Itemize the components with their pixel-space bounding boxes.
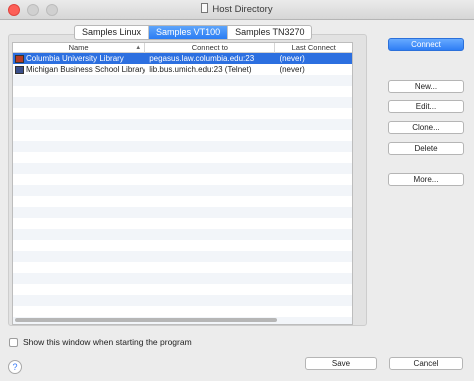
empty-table-row xyxy=(13,240,352,251)
clone-button[interactable]: Clone... xyxy=(388,121,464,134)
host-name-cell: Michigan Business School Library xyxy=(13,64,145,75)
last-connect-cell: (never) xyxy=(279,65,305,74)
empty-table-row xyxy=(13,229,352,240)
sort-ascending-icon: ▲ xyxy=(135,45,142,51)
empty-table-row xyxy=(13,284,352,295)
window-title-wrap: Host Directory xyxy=(0,3,474,15)
column-header-label: Name xyxy=(68,43,89,52)
document-icon xyxy=(201,3,209,13)
show-window-label[interactable]: Show this window when starting the progr… xyxy=(23,337,192,347)
empty-table-row xyxy=(13,174,352,185)
empty-table-row xyxy=(13,251,352,262)
host-directory-window: Host Directory Samples Linux Samples VT1… xyxy=(0,0,474,381)
connect-to-cell: pegasus.law.columbia.edu:23 xyxy=(149,54,255,63)
window-title: Host Directory xyxy=(212,4,273,15)
save-button[interactable]: Save xyxy=(305,357,377,370)
more-button[interactable]: More... xyxy=(388,173,464,186)
empty-table-row xyxy=(13,262,352,273)
host-table: Name ▲ Connect to Last Connect Columbia … xyxy=(12,42,353,325)
empty-table-row xyxy=(13,119,352,130)
empty-table-row xyxy=(13,273,352,284)
tab-samples-tn3270[interactable]: Samples TN3270 xyxy=(228,26,311,39)
help-button[interactable]: ? xyxy=(8,360,22,374)
empty-table-row xyxy=(13,108,352,119)
title-bar: Host Directory xyxy=(0,0,474,20)
column-header-connect-to[interactable]: Connect to xyxy=(145,43,276,53)
column-header-last-connect[interactable]: Last Connect xyxy=(275,43,352,53)
tab-bar: Samples Linux Samples VT100 Samples TN32… xyxy=(74,25,313,40)
show-window-option: Show this window when starting the progr… xyxy=(9,337,192,347)
host-name: Columbia University Library xyxy=(26,54,124,63)
table-row[interactable]: Michigan Business School Library lib.bus… xyxy=(13,64,352,75)
empty-table-row xyxy=(13,306,352,317)
empty-table-row xyxy=(13,141,352,152)
empty-table-row xyxy=(13,196,352,207)
horizontal-scrollbar[interactable] xyxy=(15,318,277,322)
new-button[interactable]: New... xyxy=(388,80,464,93)
empty-table-row xyxy=(13,207,352,218)
show-window-checkbox[interactable] xyxy=(9,337,18,347)
empty-table-row xyxy=(13,130,352,141)
column-header-name[interactable]: Name ▲ xyxy=(13,43,146,53)
cancel-button[interactable]: Cancel xyxy=(389,357,463,370)
empty-rows xyxy=(13,75,352,324)
empty-table-row xyxy=(13,152,352,163)
empty-table-row xyxy=(13,75,352,86)
empty-table-row xyxy=(13,295,352,306)
empty-table-row xyxy=(13,97,352,108)
empty-table-row xyxy=(13,86,352,97)
connect-to-cell: lib.bus.umich.edu:23 (Telnet) xyxy=(149,65,252,74)
tab-samples-linux[interactable]: Samples Linux xyxy=(75,26,150,39)
empty-table-row xyxy=(13,218,352,229)
empty-table-row xyxy=(13,163,352,174)
tab-samples-vt100[interactable]: Samples VT100 xyxy=(149,26,229,39)
terminal-red-icon xyxy=(15,54,24,63)
table-row[interactable]: Columbia University Library pegasus.law.… xyxy=(13,53,352,64)
delete-button[interactable]: Delete xyxy=(388,142,464,155)
edit-button[interactable]: Edit... xyxy=(388,100,464,113)
host-name: Michigan Business School Library xyxy=(26,65,146,74)
table-header: Name ▲ Connect to Last Connect xyxy=(13,43,352,53)
connect-button[interactable]: Connect xyxy=(388,38,464,51)
last-connect-cell: (never) xyxy=(279,54,305,63)
host-name-cell: Columbia University Library xyxy=(13,53,145,64)
empty-table-row xyxy=(13,185,352,196)
terminal-blue-icon xyxy=(15,65,24,74)
